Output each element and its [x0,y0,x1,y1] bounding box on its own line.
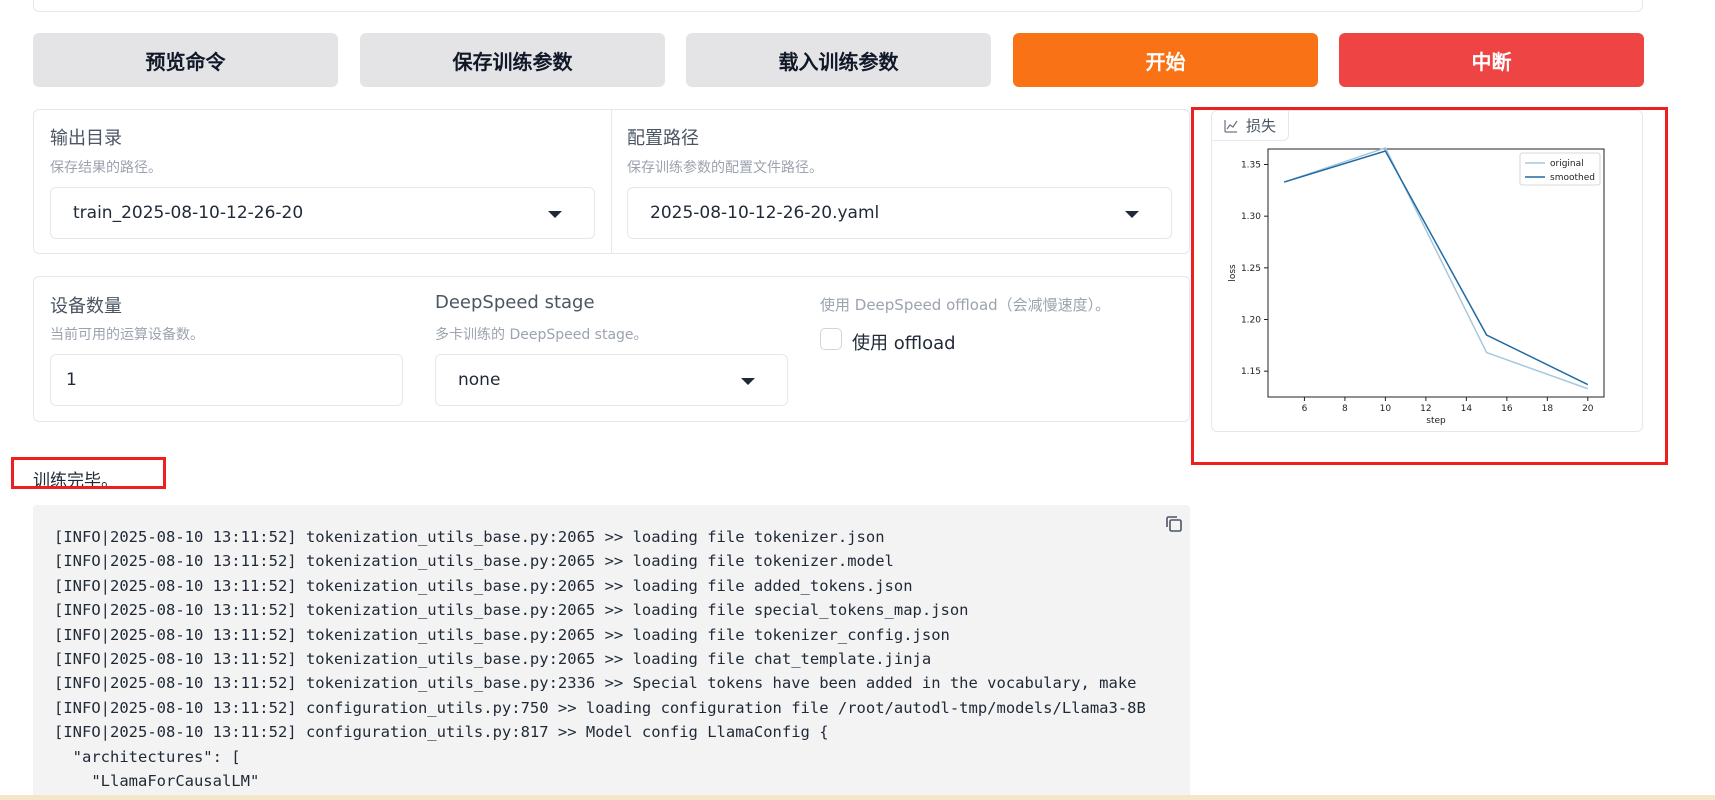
panel-divider [611,110,612,253]
chevron-down-icon [548,211,562,218]
highlight-box-status [11,457,166,489]
save-args-button[interactable]: 保存训练参数 [360,33,665,87]
log-line: [INFO|2025-08-10 13:11:52] tokenization_… [54,576,913,595]
config-path-value: 2025-08-10-12-26-20.yaml [650,203,880,223]
log-line: [INFO|2025-08-10 13:11:52] tokenization_… [54,674,1137,693]
log-line: [INFO|2025-08-10 13:11:52] configuration… [54,698,1146,717]
log-line: [INFO|2025-08-10 13:11:52] tokenization_… [54,552,894,571]
log-line: [INFO|2025-08-10 13:11:52] tokenization_… [54,601,969,620]
device-count-label: 设备数量 [50,296,122,317]
ds-stage-dropdown[interactable]: none [435,354,788,406]
config-path-dropdown[interactable]: 2025-08-10-12-26-20.yaml [627,187,1172,239]
top-panel-edge [33,0,1643,12]
ds-offload-label: 使用 offload [852,333,956,354]
device-count-value: 1 [66,370,77,390]
abort-button[interactable]: 中断 [1339,33,1644,87]
log-line: "LlamaForCausalLM" [54,772,260,791]
preview-command-button[interactable]: 预览命令 [33,33,338,87]
ds-offload-checkbox[interactable] [820,328,842,350]
ds-offload-info: 使用 DeepSpeed offload（会减慢速度）。 [820,296,1111,314]
log-line: [INFO|2025-08-10 13:11:52] tokenization_… [54,650,932,669]
output-dir-dropdown[interactable]: train_2025-08-10-12-26-20 [50,187,595,239]
start-button[interactable]: 开始 [1013,33,1318,87]
chevron-down-icon [1125,211,1139,218]
device-count-info: 当前可用的运算设备数。 [50,327,204,343]
bottom-edge [0,795,1715,800]
log-line: [INFO|2025-08-10 13:11:52] configuration… [54,723,829,742]
ds-stage-label: DeepSpeed stage [435,292,595,313]
log-lines: [INFO|2025-08-10 13:11:52] tokenization_… [54,525,1146,793]
log-line: "architectures": [ [54,747,241,766]
output-dir-value: train_2025-08-10-12-26-20 [73,203,304,223]
chevron-down-icon [741,378,755,385]
ds-stage-value: none [458,370,501,390]
log-output[interactable]: [INFO|2025-08-10 13:11:52] tokenization_… [33,505,1190,800]
highlight-box-chart [1191,107,1668,465]
config-path-label: 配置路径 [627,128,699,149]
device-count-input[interactable]: 1 [50,354,403,406]
log-line: [INFO|2025-08-10 13:11:52] tokenization_… [54,625,950,644]
copy-icon[interactable] [1163,513,1185,535]
log-line: [INFO|2025-08-10 13:11:52] tokenization_… [54,528,885,546]
load-args-button[interactable]: 载入训练参数 [686,33,991,87]
output-dir-info: 保存结果的路径。 [50,160,162,176]
app-root: 预览命令 保存训练参数 载入训练参数 开始 中断 输出目录 保存结果的路径。 t… [0,0,1715,800]
ds-stage-info: 多卡训练的 DeepSpeed stage。 [435,327,648,343]
output-dir-label: 输出目录 [50,128,122,149]
config-path-info: 保存训练参数的配置文件路径。 [627,160,823,176]
